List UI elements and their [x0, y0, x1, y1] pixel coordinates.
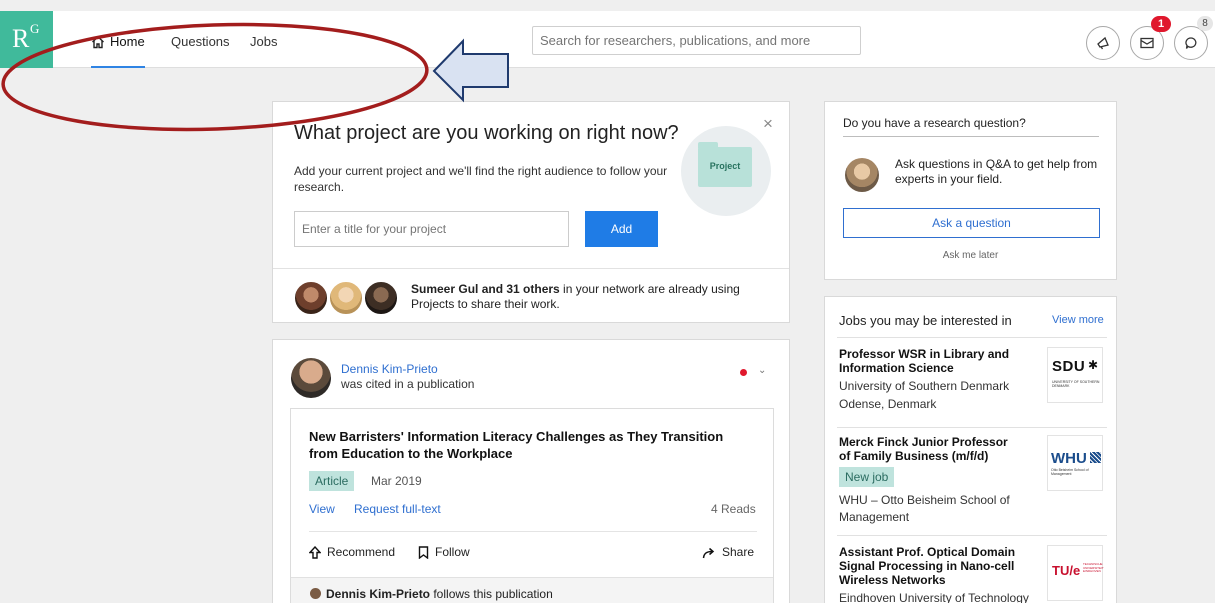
question-card-text: Ask questions in Q&A to get help from ex…	[895, 157, 1098, 186]
avatar	[845, 158, 879, 192]
share-button[interactable]: Share	[702, 545, 754, 559]
new-job-badge: New job	[839, 467, 895, 487]
add-project-button[interactable]: Add	[585, 211, 658, 247]
request-fulltext-link[interactable]: Request full-text	[354, 502, 441, 516]
job-employer: Eindhoven University of Technology	[839, 591, 1029, 603]
view-more-jobs-link[interactable]: View more	[1052, 314, 1104, 326]
job-listing[interactable]: Assistant Prof. Optical Domain Signal Pr…	[839, 545, 1109, 603]
feed-item-card: Dennis Kim-Prieto was cited in a publica…	[272, 339, 790, 603]
job-listing[interactable]: Professor WSR in Library and Information…	[839, 347, 1109, 413]
avatar[interactable]	[294, 281, 328, 315]
publication-date: Mar 2019	[371, 474, 422, 488]
home-icon	[92, 35, 104, 49]
folder-label: Project	[709, 161, 741, 171]
follow-note-text: Dennis Kim-Prieto follows this publicati…	[326, 587, 553, 601]
jobs-card: Jobs you may be interested in View more …	[824, 296, 1117, 603]
job-title[interactable]: Merck Finck Junior Professor of Family B…	[839, 435, 1019, 463]
recommend-button[interactable]: Recommend	[308, 545, 395, 559]
chat-bubble-icon	[1185, 37, 1197, 49]
employer-logo: SDU ✱ UNIVERSITY OF SOUTHERN DENMARK	[1047, 347, 1103, 403]
search-input[interactable]	[532, 26, 861, 55]
employer-logo: TU/e TECHNISCHE UNIVERSITEIT EINDHOVEN	[1047, 545, 1104, 601]
avatar[interactable]	[364, 281, 398, 315]
divider	[837, 427, 1107, 428]
nav-home-label: Home	[110, 34, 145, 49]
ask-question-button[interactable]: Ask a question	[843, 208, 1100, 238]
job-title[interactable]: Professor WSR in Library and Information…	[839, 347, 1019, 375]
ask-me-later-link[interactable]: Ask me later	[825, 250, 1116, 261]
bookmark-icon	[418, 546, 429, 560]
job-listing[interactable]: Merck Finck Junior Professor of Family B…	[839, 435, 1109, 526]
arrow-up-icon	[308, 545, 322, 559]
project-prompt-card: What project are you working on right no…	[272, 101, 790, 323]
network-avatars	[294, 281, 404, 317]
network-projects-note: Sumeer Gul and 31 others in your network…	[411, 282, 740, 311]
avatar[interactable]	[329, 281, 363, 315]
avatar[interactable]	[310, 588, 321, 599]
messages-count-badge: 1	[1151, 16, 1171, 32]
view-publication-link[interactable]: View	[309, 502, 335, 516]
job-employer: University of Southern Denmark	[839, 379, 1010, 393]
megaphone-icon	[1097, 36, 1109, 50]
divider	[837, 535, 1107, 536]
employer-logo: WHU Otto Beisheim School of Management	[1047, 435, 1103, 491]
project-folder-illustration: Project	[681, 126, 771, 216]
divider	[309, 531, 757, 532]
project-card-description: Add your current project and we'll find …	[294, 164, 668, 194]
divider	[837, 337, 1107, 338]
job-location: Odense, Denmark	[839, 397, 937, 411]
follow-button[interactable]: Follow	[418, 545, 470, 560]
announcements-button[interactable]	[1086, 26, 1120, 60]
jobs-card-heading: Jobs you may be interested in	[839, 313, 1012, 328]
question-card-heading: Do you have a research question?	[843, 116, 1026, 130]
researchgate-logo[interactable]: R G	[0, 11, 53, 68]
close-icon[interactable]: ×	[763, 114, 773, 134]
project-title-input[interactable]	[294, 211, 569, 247]
project-card-footer: Sumeer Gul and 31 others in your network…	[273, 268, 789, 323]
top-navigation-bar: R G Home Questions Jobs 1 8	[0, 11, 1215, 68]
notifications-count-badge: 8	[1197, 16, 1213, 31]
job-title[interactable]: Assistant Prof. Optical Domain Signal Pr…	[839, 545, 1019, 587]
avatar[interactable]	[291, 358, 331, 398]
divider	[843, 136, 1099, 137]
notifications-button[interactable]	[1174, 26, 1208, 60]
feed-author-link[interactable]: Dennis Kim-Prieto	[341, 362, 438, 376]
publication-type-badge: Article	[309, 471, 355, 491]
feed-action-text: was cited in a publication	[341, 377, 475, 391]
nav-questions[interactable]: Questions	[171, 34, 230, 68]
project-card-title: What project are you working on right no…	[294, 122, 679, 144]
envelope-icon	[1140, 37, 1154, 49]
nav-jobs[interactable]: Jobs	[250, 34, 277, 68]
publication-title[interactable]: New Barristers' Information Literacy Cha…	[309, 428, 749, 462]
unread-indicator	[740, 369, 747, 376]
folder-icon: Project	[698, 142, 752, 187]
research-question-card: Do you have a research question? Ask que…	[824, 101, 1117, 280]
job-employer: WHU – Otto Beisheim School of Management	[839, 493, 1010, 524]
share-arrow-icon	[702, 547, 715, 559]
chevron-down-icon[interactable]: ⌄	[758, 365, 766, 376]
publication-follow-note: Dennis Kim-Prieto follows this publicati…	[291, 577, 773, 603]
nav-home[interactable]: Home	[91, 34, 145, 68]
reads-count: 4 Reads	[711, 502, 756, 516]
publication-box: New Barristers' Information Literacy Cha…	[290, 408, 774, 603]
